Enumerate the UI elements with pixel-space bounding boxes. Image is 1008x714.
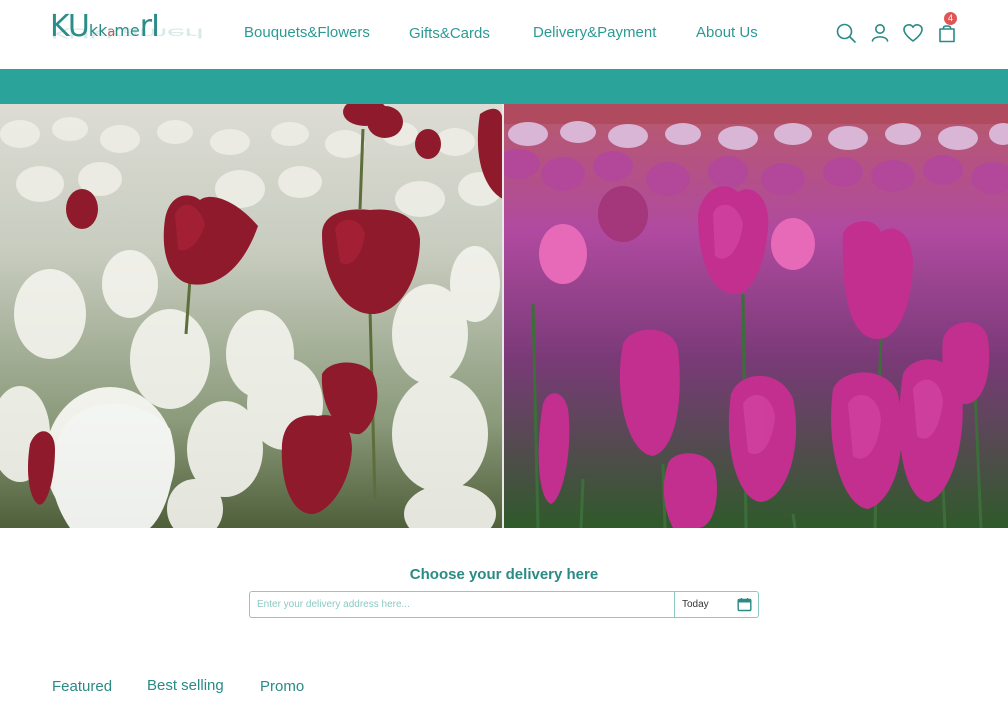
hero-divider <box>502 104 504 528</box>
brand-logo[interactable]: KUkkamerI KUkkamerI <box>50 10 203 58</box>
hero-image-white-red-tulips <box>0 104 503 528</box>
nav-gifts-cards[interactable]: Gifts&Cards <box>409 25 490 42</box>
cart-count-badge: 4 <box>944 12 957 25</box>
nav-about-us[interactable]: About Us <box>696 24 758 41</box>
hero-banner <box>0 104 1008 528</box>
promo-band <box>0 69 1008 104</box>
site-header: KUkkamerI KUkkamerI Bouquets&Flowers Gif… <box>0 0 1008 69</box>
heart-icon[interactable] <box>902 22 924 44</box>
tab-best-selling[interactable]: Best selling <box>147 677 224 694</box>
delivery-date-picker[interactable]: Today <box>674 591 759 618</box>
delivery-address-input[interactable] <box>249 591 674 618</box>
logo-reflection: KUkkamerI <box>50 24 204 41</box>
hero-image-pink-tulips <box>503 104 1008 528</box>
delivery-title: Choose your delivery here <box>409 566 599 583</box>
tab-featured[interactable]: Featured <box>52 678 112 695</box>
delivery-date-value: Today <box>682 599 709 610</box>
nav-delivery-payment[interactable]: Delivery&Payment <box>533 24 656 41</box>
tab-promo[interactable]: Promo <box>260 678 304 695</box>
shopping-bag-icon[interactable] <box>936 22 958 44</box>
search-icon[interactable] <box>835 22 857 44</box>
user-icon[interactable] <box>869 22 891 44</box>
nav-bouquets-flowers[interactable]: Bouquets&Flowers <box>244 24 370 41</box>
calendar-icon[interactable] <box>737 597 752 612</box>
